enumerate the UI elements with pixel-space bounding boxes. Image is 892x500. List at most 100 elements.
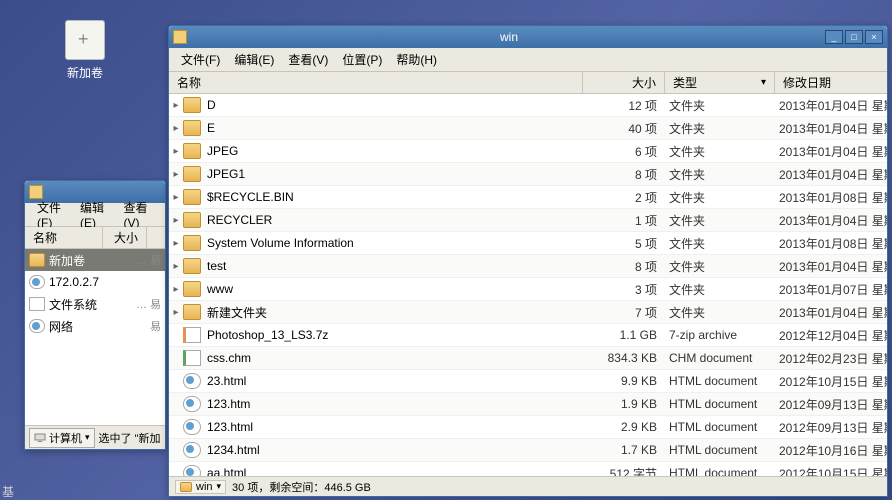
col-name[interactable]: 名称 (25, 227, 103, 248)
col-size[interactable]: 大小 (103, 227, 147, 248)
place-icon (29, 253, 45, 267)
menu-item[interactable]: 查看(V) (282, 49, 334, 70)
file-size: 512 字节 (583, 465, 665, 477)
minimize-button[interactable]: _ (825, 30, 843, 44)
file-name: 1234.html (207, 443, 583, 457)
file-name: www (207, 282, 583, 296)
file-name: 123.htm (207, 397, 583, 411)
file-type: 文件夹 (665, 166, 775, 183)
menu-item[interactable]: 文件(F) (175, 49, 226, 70)
breadcrumb[interactable]: win ▾ (175, 480, 226, 494)
desktop-icon-label: 新加卷 (55, 64, 115, 81)
file-date: 2013年01月04日 星期五 (775, 120, 887, 137)
col-type[interactable]: 类型▾ (665, 72, 775, 93)
desktop-volume-icon[interactable]: 新加卷 (55, 20, 115, 81)
file-icon (183, 350, 201, 366)
file-icon (183, 304, 201, 320)
file-date: 2012年09月13日 星期四 (775, 419, 887, 436)
file-icon (183, 281, 201, 297)
file-type: 文件夹 (665, 304, 775, 321)
corner-text: 基 (2, 483, 14, 500)
menu-item[interactable]: 编辑(E) (228, 49, 280, 70)
col-other[interactable] (147, 227, 165, 248)
expand-icon[interactable]: ▸ (169, 146, 183, 157)
file-name: $RECYCLE.BIN (207, 190, 583, 204)
file-size: 5 项 (583, 235, 665, 252)
sidebar-item[interactable]: 网络易 (25, 315, 165, 337)
table-row[interactable]: ▸$RECYCLE.BIN2 项文件夹2013年01月08日 星期二 (169, 186, 887, 209)
place-icon (29, 319, 45, 333)
file-icon (183, 189, 201, 205)
table-row[interactable]: ▸www3 项文件夹2013年01月07日 星期一 (169, 278, 887, 301)
expand-icon[interactable]: ▸ (169, 169, 183, 180)
table-row[interactable]: ▸新建文件夹7 项文件夹2013年01月04日 星期五 (169, 301, 887, 324)
table-row[interactable]: ▸JPEG6 项文件夹2013年01月04日 星期五 (169, 140, 887, 163)
places-list: 新加卷… 易172.0.2.7文件系统… 易网络易 (25, 249, 165, 425)
folder-icon (173, 30, 187, 44)
file-type: 文件夹 (665, 143, 775, 160)
file-type: HTML document (665, 466, 775, 476)
file-date: 2013年01月04日 星期五 (775, 143, 887, 160)
expand-icon[interactable]: ▸ (169, 238, 183, 249)
file-size: 1.7 KB (583, 443, 665, 457)
table-row[interactable]: aa.html512 字节HTML document2012年10月15日 星期… (169, 462, 887, 476)
file-type: 7-zip archive (665, 328, 775, 342)
file-size: 1.9 KB (583, 397, 665, 411)
computer-button[interactable]: 计算机 ▾ (29, 428, 95, 448)
column-headers: 名称 大小 类型▾ 修改日期 (169, 72, 887, 94)
sidebar-item[interactable]: 文件系统… 易 (25, 293, 165, 315)
file-date: 2013年01月08日 星期二 (775, 235, 887, 252)
file-type: 文件夹 (665, 97, 775, 114)
file-list: ▸D12 项文件夹2013年01月04日 星期五▸E40 项文件夹2013年01… (169, 94, 887, 476)
table-row[interactable]: 1234.html1.7 KBHTML document2012年10月16日 … (169, 439, 887, 462)
expand-icon[interactable]: ▸ (169, 192, 183, 203)
table-row[interactable]: 123.html2.9 KBHTML document2012年09月13日 星… (169, 416, 887, 439)
place-icon (29, 297, 45, 311)
table-row[interactable]: ▸D12 项文件夹2013年01月04日 星期五 (169, 94, 887, 117)
table-row[interactable]: ▸JPEG18 项文件夹2013年01月04日 星期五 (169, 163, 887, 186)
table-row[interactable]: ▸test8 项文件夹2013年01月04日 星期五 (169, 255, 887, 278)
menu-item[interactable]: 帮助(H) (390, 49, 443, 70)
file-icon (183, 442, 201, 458)
file-type: 文件夹 (665, 189, 775, 206)
file-name: D (207, 98, 583, 112)
expand-icon[interactable]: ▸ (169, 123, 183, 134)
col-size[interactable]: 大小 (583, 72, 665, 93)
table-row[interactable]: ▸System Volume Information5 项文件夹2013年01月… (169, 232, 887, 255)
expand-icon[interactable]: ▸ (169, 307, 183, 318)
table-row[interactable]: ▸E40 项文件夹2013年01月04日 星期五 (169, 117, 887, 140)
file-size: 8 项 (583, 258, 665, 275)
file-type: 文件夹 (665, 235, 775, 252)
window-title: win (193, 30, 825, 44)
file-name: 23.html (207, 374, 583, 388)
eject-icon: … 易 (136, 252, 161, 268)
expand-icon[interactable]: ▸ (169, 284, 183, 295)
table-row[interactable]: css.chm834.3 KBCHM document2012年02月23日 星… (169, 347, 887, 370)
expand-icon[interactable]: ▸ (169, 100, 183, 111)
file-date: 2013年01月08日 星期二 (775, 189, 887, 206)
close-button[interactable]: × (865, 30, 883, 44)
status-text: 30 项，剩余空间：446.5 GB (232, 479, 371, 495)
table-row[interactable]: Photoshop_13_LS3.7z1.1 GB7-zip archive20… (169, 324, 887, 347)
menu-item[interactable]: 位置(P) (336, 49, 388, 70)
file-size: 1.1 GB (583, 328, 665, 342)
breadcrumb-label: win (196, 481, 213, 493)
table-row[interactable]: 123.htm1.9 KBHTML document2012年09月13日 星期… (169, 393, 887, 416)
maximize-button[interactable]: □ (845, 30, 863, 44)
file-name: JPEG1 (207, 167, 583, 181)
file-icon (183, 212, 201, 228)
table-row[interactable]: 23.html9.9 KBHTML document2012年10月15日 星期… (169, 370, 887, 393)
computer-icon (34, 432, 46, 444)
file-date: 2013年01月04日 星期五 (775, 258, 887, 275)
statusbar: win ▾ 30 项，剩余空间：446.5 GB (169, 476, 887, 496)
col-name[interactable]: 名称 (169, 72, 583, 93)
sidebar-item[interactable]: 172.0.2.7 (25, 271, 165, 293)
titlebar[interactable]: win _ □ × (169, 26, 887, 48)
sidebar-item[interactable]: 新加卷… 易 (25, 249, 165, 271)
status-text: 选中了 "新加 (99, 430, 161, 446)
file-size: 9.9 KB (583, 374, 665, 388)
expand-icon[interactable]: ▸ (169, 261, 183, 272)
table-row[interactable]: ▸RECYCLER1 项文件夹2013年01月04日 星期五 (169, 209, 887, 232)
col-date[interactable]: 修改日期 (775, 72, 887, 93)
expand-icon[interactable]: ▸ (169, 215, 183, 226)
